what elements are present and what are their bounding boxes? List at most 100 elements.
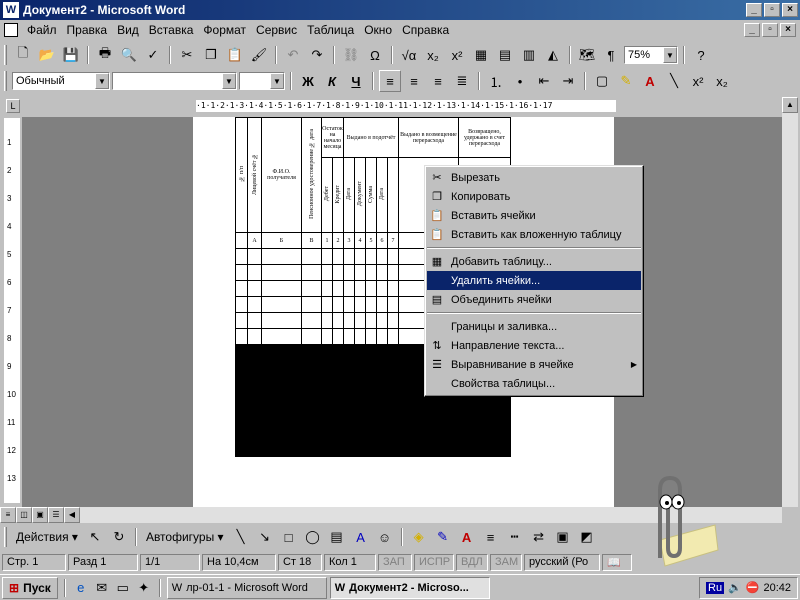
chevron-down-icon[interactable]: ▼ bbox=[270, 73, 284, 89]
toolbar-grip[interactable] bbox=[4, 45, 7, 65]
decrease-indent-icon[interactable]: ⇤ bbox=[533, 70, 555, 92]
doc-close-button[interactable]: × bbox=[780, 23, 796, 37]
rotate-icon[interactable]: ↻ bbox=[108, 526, 130, 548]
clipart-icon[interactable]: ☺ bbox=[374, 526, 396, 548]
label-cell[interactable]: 1 bbox=[321, 232, 333, 249]
desktop-icon[interactable]: ▭ bbox=[114, 580, 132, 596]
tab-selector[interactable]: L bbox=[6, 99, 20, 113]
bullets-icon[interactable]: • bbox=[509, 70, 531, 92]
status-ovr[interactable]: ЗАМ bbox=[490, 553, 522, 571]
chevron-down-icon[interactable]: ▼ bbox=[95, 73, 109, 89]
columns-icon[interactable]: ▥ bbox=[518, 44, 540, 66]
font-color-icon[interactable]: A bbox=[456, 526, 478, 548]
dash-style-icon[interactable]: ┅ bbox=[504, 526, 526, 548]
menu-help[interactable]: Справка bbox=[397, 23, 454, 37]
doc-restore-button[interactable]: ▫ bbox=[762, 23, 778, 37]
line-icon[interactable]: ╲ bbox=[663, 70, 685, 92]
document-area[interactable]: № п/п Лицевой счёт № Ф.И.О. получателя П… bbox=[22, 117, 782, 507]
new-document-icon[interactable]: 🗋 bbox=[12, 44, 34, 66]
font-size-select[interactable]: ▼ bbox=[239, 72, 285, 90]
toolbar-grip[interactable] bbox=[4, 527, 7, 547]
superscript2-icon[interactable]: x² bbox=[687, 70, 709, 92]
label-cell[interactable]: 5 bbox=[365, 232, 377, 249]
menu-insert[interactable]: Вставка bbox=[144, 23, 199, 37]
label-cell[interactable]: А bbox=[247, 232, 262, 249]
menu-format[interactable]: Формат bbox=[198, 23, 251, 37]
menu-item-paste-nested[interactable]: 📋 Вставить как вложенную таблицу bbox=[427, 225, 641, 244]
outlook-icon[interactable]: ✉ bbox=[93, 580, 111, 596]
style-select[interactable]: Обычный ▼ bbox=[12, 72, 110, 90]
oval-icon[interactable]: ◯ bbox=[302, 526, 324, 548]
label-cell[interactable]: 2 bbox=[332, 232, 344, 249]
font-select[interactable]: ▼ bbox=[112, 72, 237, 90]
underline-button[interactable]: Ч bbox=[345, 70, 367, 92]
start-button[interactable]: ⊞ Пуск bbox=[2, 576, 58, 599]
superscript-icon[interactable]: x² bbox=[446, 44, 468, 66]
toolbar-grip[interactable] bbox=[4, 71, 7, 91]
menu-window[interactable]: Окно bbox=[359, 23, 397, 37]
menu-item-borders[interactable]: Границы и заливка... bbox=[427, 317, 641, 336]
selected-table-row[interactable] bbox=[235, 408, 511, 425]
line-color-icon[interactable]: ✎ bbox=[432, 526, 454, 548]
3d-icon[interactable]: ◩ bbox=[576, 526, 598, 548]
select-objects-icon[interactable]: ↖ bbox=[84, 526, 106, 548]
fill-color-icon[interactable]: ◈ bbox=[408, 526, 430, 548]
header-cell[interactable]: Дата bbox=[343, 157, 355, 233]
taskbar-task-active[interactable]: W Документ2 - Microso... bbox=[329, 576, 490, 599]
menu-view[interactable]: Вид bbox=[112, 23, 144, 37]
format-painter-icon[interactable]: 🖌 bbox=[248, 44, 270, 66]
highlight-icon[interactable]: ✎ bbox=[615, 70, 637, 92]
redo-icon[interactable]: ↷ bbox=[306, 44, 328, 66]
web-view-icon[interactable]: ◫ bbox=[16, 507, 32, 523]
actions-menu[interactable]: Действия ▾ bbox=[12, 530, 82, 544]
rectangle-icon[interactable]: □ bbox=[278, 526, 300, 548]
ruler-scale[interactable]: ·1·1·2·1·3·1·4·1·5·1·6·1·7·1·8·1·9·1·10·… bbox=[196, 100, 616, 112]
office-assistant-icon[interactable] bbox=[630, 470, 720, 568]
line-style-icon[interactable]: ≡ bbox=[480, 526, 502, 548]
header-cell[interactable]: № п/п bbox=[235, 117, 248, 233]
menu-item-cell-alignment[interactable]: ☰ Выравнивание в ячейке ▶ bbox=[427, 355, 641, 374]
align-center-icon[interactable]: ≡ bbox=[403, 70, 425, 92]
numbering-icon[interactable]: ⒈ bbox=[485, 70, 507, 92]
document-icon[interactable] bbox=[4, 23, 18, 37]
zoom-select[interactable]: 75% ▼ bbox=[624, 46, 678, 64]
menu-item-delete-cells[interactable]: Удалить ячейки... bbox=[427, 271, 641, 290]
print-icon[interactable]: 🖶 bbox=[94, 44, 116, 66]
document-map-icon[interactable]: 🗺 bbox=[576, 44, 598, 66]
outline-view-icon[interactable]: ☰ bbox=[48, 507, 64, 523]
wordart-icon[interactable]: A bbox=[350, 526, 372, 548]
scroll-up-icon[interactable]: ▲ bbox=[782, 97, 798, 113]
doc-minimize-button[interactable]: _ bbox=[744, 23, 760, 37]
shadow-icon[interactable]: ▣ bbox=[552, 526, 574, 548]
network-icon[interactable]: ⛔ bbox=[746, 581, 760, 594]
undo-icon[interactable]: ↶ bbox=[282, 44, 304, 66]
increase-indent-icon[interactable]: ⇥ bbox=[557, 70, 579, 92]
menu-item-table-properties[interactable]: Свойства таблицы... bbox=[427, 374, 641, 393]
clock[interactable]: 20:42 bbox=[763, 582, 791, 594]
open-icon[interactable]: 📂 bbox=[36, 44, 58, 66]
header-cell[interactable]: Остаток на начало месяца bbox=[321, 117, 344, 158]
volume-icon[interactable]: 🔊 bbox=[728, 581, 742, 594]
minimize-button[interactable]: _ bbox=[746, 3, 762, 17]
header-cell[interactable]: Выдано в возмещение перерасхода bbox=[398, 117, 459, 158]
drawing-icon[interactable]: ◭ bbox=[542, 44, 564, 66]
header-cell[interactable]: Сумма bbox=[365, 157, 377, 233]
italic-button[interactable]: К bbox=[321, 70, 343, 92]
maximize-button[interactable]: ▫ bbox=[764, 3, 780, 17]
menu-file[interactable]: Файл bbox=[22, 23, 62, 37]
label-cell[interactable]: Б bbox=[261, 232, 302, 249]
header-cell[interactable]: Лицевой счёт № bbox=[247, 117, 262, 233]
internet-explorer-icon[interactable]: e bbox=[72, 580, 90, 595]
channels-icon[interactable]: ✦ bbox=[135, 580, 153, 596]
align-right-icon[interactable]: ≡ bbox=[427, 70, 449, 92]
header-cell[interactable]: Ф.И.О. получателя bbox=[261, 117, 302, 233]
vertical-ruler[interactable]: 1 2 3 4 5 6 7 8 9 10 11 12 13 bbox=[4, 118, 20, 503]
menu-item-paste-cells[interactable]: 📋 Вставить ячейки bbox=[427, 206, 641, 225]
insert-table-icon[interactable]: ▦ bbox=[470, 44, 492, 66]
align-left-icon[interactable]: ≡ bbox=[379, 70, 401, 92]
header-cell[interactable]: Кредит bbox=[332, 157, 344, 233]
selected-table-row[interactable] bbox=[235, 440, 511, 457]
copy-icon[interactable]: ❐ bbox=[200, 44, 222, 66]
borders-icon[interactable]: ▢ bbox=[591, 70, 613, 92]
autoshapes-menu[interactable]: Автофигуры ▾ bbox=[142, 530, 228, 544]
